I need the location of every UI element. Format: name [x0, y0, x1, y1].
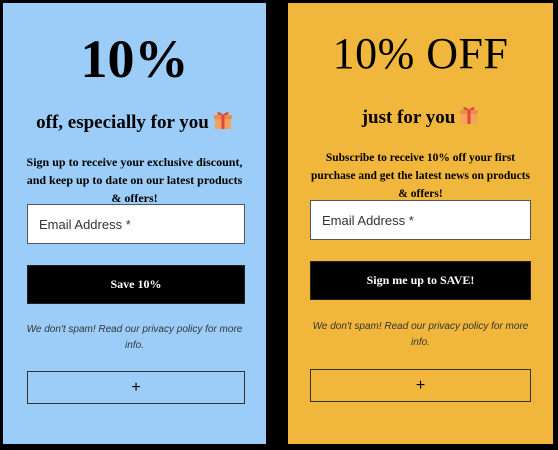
subheadline-text: just for you	[361, 107, 456, 128]
discount-subheadline: just for you	[288, 105, 553, 129]
privacy-note: We don't spam! Read our privacy policy f…	[26, 324, 243, 351]
gift-icon	[459, 105, 479, 129]
email-field[interactable]: Email Address *	[310, 200, 531, 240]
expand-button[interactable]: +	[27, 371, 245, 404]
discount-headline: 10%	[80, 29, 189, 89]
sign-me-up-button[interactable]: Sign me up to SAVE!	[310, 261, 531, 300]
discount-description: Subscribe to receive 10% off your first …	[310, 152, 531, 200]
subheadline-text: off, especially for you	[36, 112, 209, 133]
discount-description: Sign up to receive your exclusive discou…	[26, 155, 243, 205]
email-field[interactable]: Email Address *	[27, 204, 245, 244]
expand-button[interactable]: +	[310, 369, 531, 402]
save-10-button[interactable]: Save 10%	[27, 265, 245, 304]
privacy-note: We don't spam! Read our privacy policy f…	[312, 321, 529, 348]
signup-card-yellow: 10% OFF just for you Subscribe to receiv…	[288, 3, 553, 444]
gift-icon	[213, 110, 233, 134]
signup-card-blue: 10% off, especially for you Sign up to r…	[3, 3, 266, 444]
discount-headline: 10% OFF	[332, 29, 509, 78]
discount-subheadline: off, especially for you	[3, 110, 266, 134]
